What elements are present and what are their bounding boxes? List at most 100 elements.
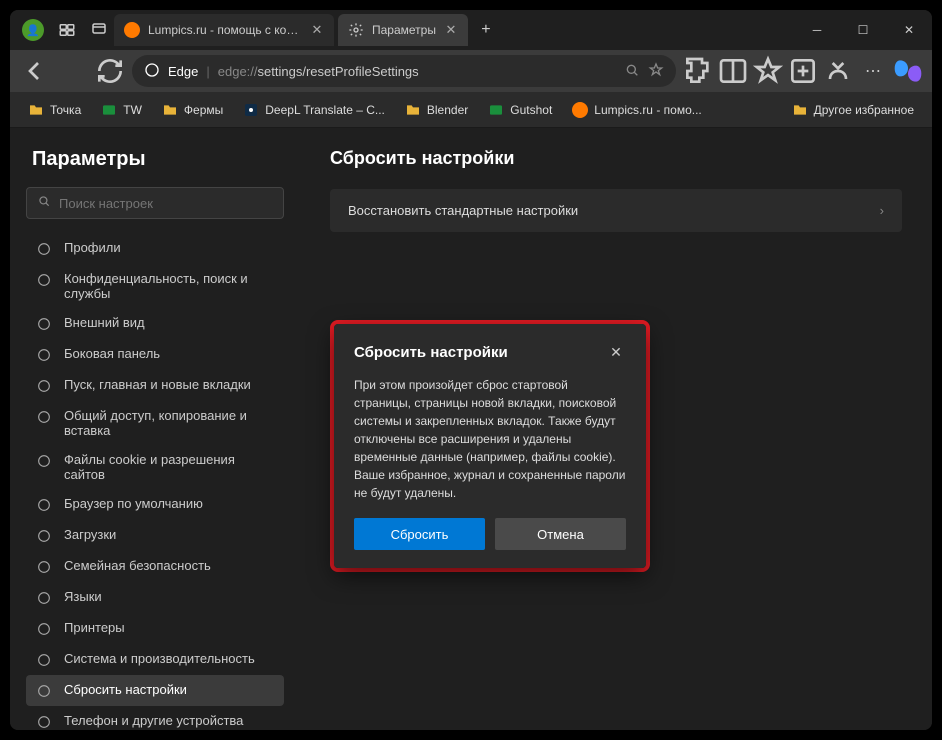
nav-icon <box>36 272 52 288</box>
settings-search[interactable] <box>26 187 284 219</box>
tab-settings[interactable]: Параметры ✕ <box>338 14 468 46</box>
nav-icon <box>36 590 52 606</box>
restore-defaults-row[interactable]: Восстановить стандартные настройки › <box>330 189 902 232</box>
sidebar-item[interactable]: Языки <box>26 582 284 613</box>
bookmark-item[interactable]: Blender <box>397 98 476 122</box>
toolbar: Edge | edge://settings/resetProfileSetti… <box>10 50 932 92</box>
close-icon[interactable]: ✕ <box>310 23 324 37</box>
nav-label: Файлы cookie и разрешения сайтов <box>64 452 274 482</box>
bookmark-item[interactable]: Фермы <box>154 98 231 122</box>
profile-avatar[interactable]: 👤 <box>22 19 44 41</box>
search-input[interactable] <box>59 196 273 211</box>
nav-label: Внешний вид <box>64 315 145 330</box>
browser-essentials-button[interactable] <box>822 55 854 87</box>
sidebar-item[interactable]: Общий доступ, копирование и вставка <box>26 401 284 445</box>
search-icon <box>37 194 51 213</box>
edge-label: Edge <box>168 64 198 79</box>
sidebar-item[interactable]: Система и производительность <box>26 644 284 675</box>
tab-label: Параметры <box>372 23 436 37</box>
nav-icon <box>36 621 52 637</box>
nav-icon <box>36 241 52 257</box>
sidebar-item[interactable]: Браузер по умолчанию <box>26 489 284 520</box>
nav-icon <box>36 559 52 575</box>
nav-label: Профили <box>64 240 121 255</box>
sidebar-item[interactable]: Телефон и другие устройства <box>26 706 284 730</box>
sidebar-item[interactable]: Принтеры <box>26 613 284 644</box>
sidebar-item[interactable]: Конфиденциальность, поиск и службы <box>26 264 284 308</box>
bookmark-item[interactable]: TW <box>93 98 150 122</box>
favorites-button[interactable] <box>752 55 784 87</box>
edge-logo-icon <box>144 62 160 81</box>
nav-label: Браузер по умолчанию <box>64 496 203 511</box>
sidebar-item[interactable]: Внешний вид <box>26 308 284 339</box>
sidebar-item[interactable]: Боковая панель <box>26 339 284 370</box>
bookmarks-bar: Точка TW Фермы DeepL Translate – С... Bl… <box>10 92 932 128</box>
reset-settings-dialog: Сбросить настройки ✕ При этом произойдет… <box>334 324 646 568</box>
nav-icon <box>36 347 52 363</box>
row-label: Восстановить стандартные настройки <box>348 203 578 218</box>
nav-icon <box>36 714 52 730</box>
nav-icon <box>36 683 52 699</box>
search-in-page-icon[interactable] <box>624 62 640 81</box>
lumpics-icon <box>572 102 588 118</box>
nav-label: Общий доступ, копирование и вставка <box>64 408 274 438</box>
maximize-button[interactable]: ☐ <box>840 10 886 50</box>
close-icon[interactable]: ✕ <box>444 23 458 37</box>
cancel-button[interactable]: Отмена <box>495 518 626 550</box>
gear-icon <box>348 22 364 38</box>
sidebar-item[interactable]: Профили <box>26 233 284 264</box>
reset-button[interactable]: Сбросить <box>354 518 485 550</box>
sidebar-item[interactable]: Загрузки <box>26 520 284 551</box>
nav-icon <box>36 316 52 332</box>
lumpics-icon <box>124 22 140 38</box>
reset-dialog-highlight: Сбросить настройки ✕ При этом произойдет… <box>330 320 650 572</box>
nav-label: Боковая панель <box>64 346 160 361</box>
sidebar-item[interactable]: Файлы cookie и разрешения сайтов <box>26 445 284 489</box>
nav-label: Загрузки <box>64 527 116 542</box>
bookmark-item[interactable]: Gutshot <box>480 98 560 122</box>
page-title: Сбросить настройки <box>330 148 902 169</box>
back-button[interactable] <box>18 55 50 87</box>
nav-label: Языки <box>64 589 102 604</box>
titlebar: 👤 Lumpics.ru - помощь с компьют ✕ Параме… <box>10 10 932 50</box>
bookmark-item[interactable]: Точка <box>20 98 89 122</box>
sidebar-item[interactable]: Семейная безопасность <box>26 551 284 582</box>
bookmark-item[interactable]: DeepL Translate – С... <box>235 98 393 122</box>
nav-icon <box>36 652 52 668</box>
nav-label: Семейная безопасность <box>64 558 211 573</box>
nav-label: Сбросить настройки <box>64 682 187 697</box>
copilot-button[interactable] <box>892 55 924 87</box>
close-window-button[interactable]: ✕ <box>886 10 932 50</box>
nav-label: Система и производительность <box>64 651 255 666</box>
settings-sidebar: Параметры Профили Конфиденциальность, пои… <box>10 128 300 730</box>
tab-lumpics[interactable]: Lumpics.ru - помощь с компьют ✕ <box>114 14 334 46</box>
dialog-body: При этом произойдет сброс стартовой стра… <box>354 376 626 502</box>
nav-icon <box>36 409 52 425</box>
nav-icon <box>36 378 52 394</box>
sidebar-item[interactable]: Сбросить настройки <box>26 675 284 706</box>
collections-button[interactable] <box>787 55 819 87</box>
minimize-button[interactable]: ─ <box>794 10 840 50</box>
dialog-title: Сбросить настройки <box>354 344 508 361</box>
extensions-button[interactable] <box>682 55 714 87</box>
workspaces-icon[interactable] <box>58 21 76 39</box>
refresh-button[interactable] <box>94 55 126 87</box>
nav-label: Конфиденциальность, поиск и службы <box>64 271 274 301</box>
split-screen-button[interactable] <box>717 55 749 87</box>
menu-button[interactable]: ⋯ <box>857 55 889 87</box>
other-bookmarks[interactable]: Другое избранное <box>784 98 922 122</box>
address-bar[interactable]: Edge | edge://settings/resetProfileSetti… <box>132 55 676 87</box>
new-tab-button[interactable]: + <box>472 16 500 44</box>
sidebar-item[interactable]: Пуск, главная и новые вкладки <box>26 370 284 401</box>
sidebar-title: Параметры <box>26 148 284 171</box>
bookmark-item[interactable]: Lumpics.ru - помо... <box>564 98 709 122</box>
dialog-close-button[interactable]: ✕ <box>606 342 626 362</box>
nav-icon <box>36 497 52 513</box>
url-text: edge://settings/resetProfileSettings <box>218 64 616 79</box>
tab-actions-icon[interactable] <box>90 21 108 39</box>
nav-icon <box>36 528 52 544</box>
favorite-star-icon[interactable] <box>648 62 664 81</box>
nav-icon <box>36 453 52 469</box>
nav-label: Пуск, главная и новые вкладки <box>64 377 251 392</box>
chevron-right-icon: › <box>880 203 884 218</box>
